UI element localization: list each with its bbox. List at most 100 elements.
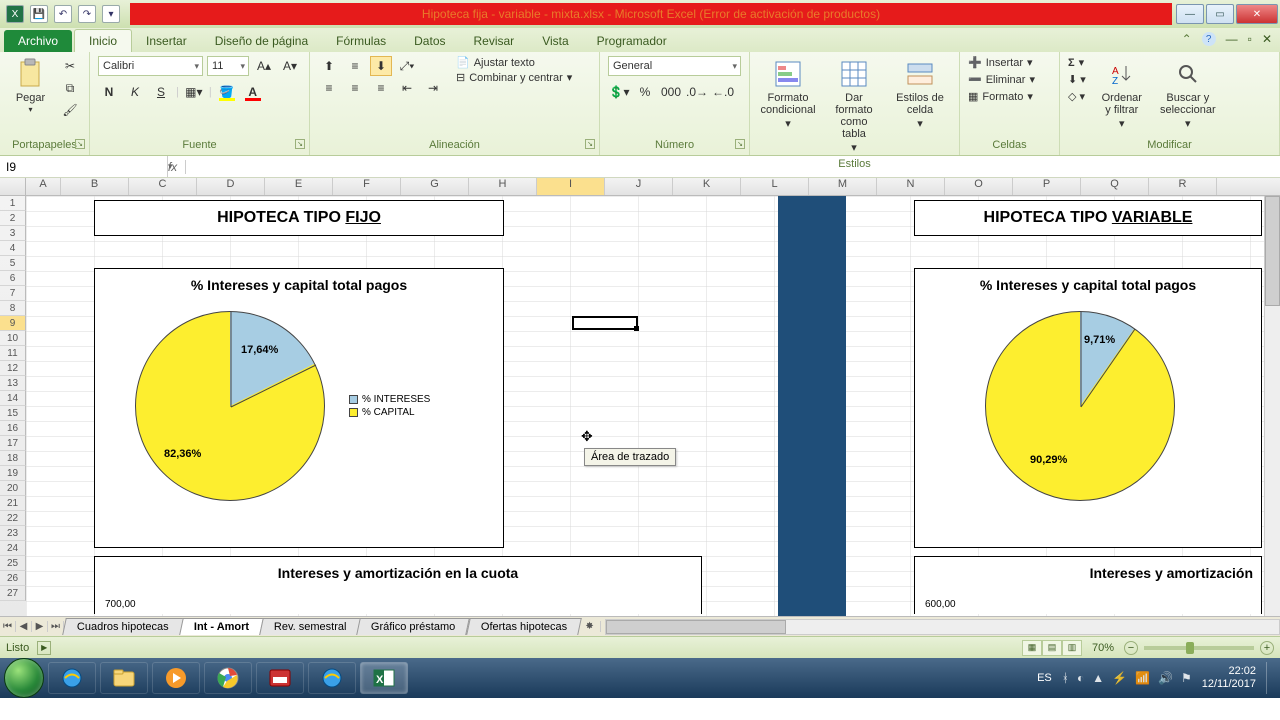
col-header[interactable]: K — [673, 178, 741, 195]
sheet-tab[interactable]: Ofertas hipotecas — [466, 618, 582, 635]
increase-decimal-icon[interactable]: .0→ — [686, 82, 708, 102]
col-header[interactable]: D — [197, 178, 265, 195]
col-header[interactable]: R — [1149, 178, 1217, 195]
taskbar-explorer-icon[interactable] — [100, 662, 148, 694]
name-box[interactable] — [0, 156, 167, 177]
view-normal-icon[interactable]: ▦ — [1022, 640, 1042, 656]
minimize-button[interactable]: — — [1176, 4, 1204, 24]
format-painter-icon[interactable]: 🖌 — [59, 100, 81, 120]
sheet-tab[interactable]: Rev. semestral — [259, 618, 361, 635]
horizontal-scrollbar[interactable] — [605, 619, 1280, 635]
align-right-icon[interactable]: ≡ — [370, 78, 392, 98]
indent-increase-icon[interactable]: ⇥ — [422, 78, 444, 98]
merge-center-button[interactable]: ⊟Combinar y centrar ▾ — [456, 71, 572, 84]
taskbar-excel-icon[interactable]: X — [360, 662, 408, 694]
redo-icon[interactable]: ↷ — [78, 5, 96, 23]
row-header[interactable]: 16 — [0, 421, 26, 436]
italic-button[interactable]: K — [124, 82, 146, 102]
col-header[interactable]: M — [809, 178, 877, 195]
row-header[interactable]: 15 — [0, 406, 26, 421]
align-left-icon[interactable]: ≡ — [318, 78, 340, 98]
delete-cells-button[interactable]: ➖Eliminar ▾ — [968, 73, 1035, 86]
taskbar-ie2-icon[interactable] — [308, 662, 356, 694]
autosum-button[interactable]: Σ ▾ — [1068, 56, 1086, 69]
active-cell[interactable] — [572, 316, 638, 330]
zoom-slider[interactable] — [1144, 646, 1254, 650]
border-icon[interactable]: ▦▾ — [183, 82, 205, 102]
formula-input[interactable] — [186, 159, 1280, 174]
sheet-tab[interactable]: Cuadros hipotecas — [62, 618, 183, 635]
workbook-restore-icon[interactable]: ▫ — [1248, 32, 1252, 46]
row-header[interactable]: 14 — [0, 391, 26, 406]
dialog-launcher-icon[interactable]: ↘ — [735, 139, 745, 149]
insert-cells-button[interactable]: ➕Insertar ▾ — [968, 56, 1035, 69]
undo-icon[interactable]: ↶ — [54, 5, 72, 23]
row-header[interactable]: 17 — [0, 436, 26, 451]
tab-nav-next-icon[interactable]: ▶ — [32, 621, 48, 632]
spreadsheet-grid[interactable]: ABCDEFGHIJKLMNOPQR 123456789101112131415… — [0, 178, 1280, 636]
tray-icon[interactable]: ▲ — [1092, 671, 1104, 685]
tab-nav-first-icon[interactable]: ⏮ — [0, 621, 16, 632]
indent-decrease-icon[interactable]: ⇤ — [396, 78, 418, 98]
row-header[interactable]: 24 — [0, 541, 26, 556]
sheet-tab[interactable]: Gráfico préstamo — [357, 618, 471, 635]
align-middle-icon[interactable]: ≡ — [344, 56, 366, 76]
align-center-icon[interactable]: ≡ — [344, 78, 366, 98]
dialog-launcher-icon[interactable]: ↘ — [75, 139, 85, 149]
col-header[interactable]: G — [401, 178, 469, 195]
row-header[interactable]: 13 — [0, 376, 26, 391]
number-format-combo[interactable]: General — [608, 56, 741, 76]
cell-styles-button[interactable]: Estilos de celda▾ — [890, 56, 950, 132]
maximize-button[interactable]: ▭ — [1206, 4, 1234, 24]
tab-programador[interactable]: Programador — [583, 30, 681, 52]
select-all-corner[interactable] — [0, 178, 26, 195]
decrease-decimal-icon[interactable]: ←.0 — [712, 82, 734, 102]
zoom-in-icon[interactable]: + — [1260, 641, 1274, 655]
tab-nav-last-icon[interactable]: ⏭ — [48, 621, 64, 632]
row-header[interactable]: 6 — [0, 271, 26, 286]
find-select-button[interactable]: Buscar y seleccionar▾ — [1158, 56, 1218, 132]
col-header[interactable]: F — [333, 178, 401, 195]
start-button[interactable] — [4, 658, 44, 698]
orientation-icon[interactable]: ⤢▾ — [396, 56, 418, 76]
dialog-launcher-icon[interactable]: ↘ — [585, 139, 595, 149]
col-header[interactable]: C — [129, 178, 197, 195]
macro-record-icon[interactable]: ▶ — [37, 641, 51, 655]
col-header[interactable]: L — [741, 178, 809, 195]
col-header[interactable]: N — [877, 178, 945, 195]
close-button[interactable]: ✕ — [1236, 4, 1278, 24]
taskbar-mediaplayer-icon[interactable] — [152, 662, 200, 694]
excel-icon[interactable]: X — [6, 5, 24, 23]
currency-icon[interactable]: 💲▾ — [608, 82, 630, 102]
help-icon[interactable]: ? — [1202, 32, 1216, 46]
tab-insertar[interactable]: Insertar — [132, 30, 201, 52]
row-header[interactable]: 11 — [0, 346, 26, 361]
row-header[interactable]: 1 — [0, 196, 26, 211]
row-header[interactable]: 10 — [0, 331, 26, 346]
row-header[interactable]: 22 — [0, 511, 26, 526]
bold-button[interactable]: N — [98, 82, 120, 102]
qat-customize-icon[interactable]: ▾ — [102, 5, 120, 23]
volume-icon[interactable]: 🔊 — [1158, 671, 1173, 685]
row-header[interactable]: 3 — [0, 226, 26, 241]
show-desktop-button[interactable] — [1266, 662, 1276, 694]
taskbar-ie-icon[interactable] — [48, 662, 96, 694]
font-color-icon[interactable]: A — [242, 82, 264, 102]
clock[interactable]: 22:02 12/11/2017 — [1202, 665, 1256, 691]
minimize-ribbon-icon[interactable]: ⌃ — [1182, 32, 1192, 46]
taskbar-chrome-icon[interactable] — [204, 662, 252, 694]
zoom-out-icon[interactable]: − — [1124, 641, 1138, 655]
view-pagebreak-icon[interactable]: ▥ — [1062, 640, 1082, 656]
fill-color-icon[interactable]: 🪣 — [216, 82, 238, 102]
col-header[interactable]: P — [1013, 178, 1081, 195]
format-cells-button[interactable]: ▦Formato ▾ — [968, 90, 1035, 103]
tray-icon[interactable]: ◐ — [1077, 671, 1084, 685]
row-header[interactable]: 8 — [0, 301, 26, 316]
insert-sheet-icon[interactable]: ✸ — [579, 621, 601, 632]
tab-nav-prev-icon[interactable]: ◀ — [16, 621, 32, 632]
row-header[interactable]: 4 — [0, 241, 26, 256]
dialog-launcher-icon[interactable]: ↘ — [295, 139, 305, 149]
sort-filter-button[interactable]: AZ Ordenar y filtrar▾ — [1092, 56, 1152, 132]
row-header[interactable]: 9 — [0, 316, 26, 331]
tab-diseno[interactable]: Diseño de página — [201, 30, 322, 52]
